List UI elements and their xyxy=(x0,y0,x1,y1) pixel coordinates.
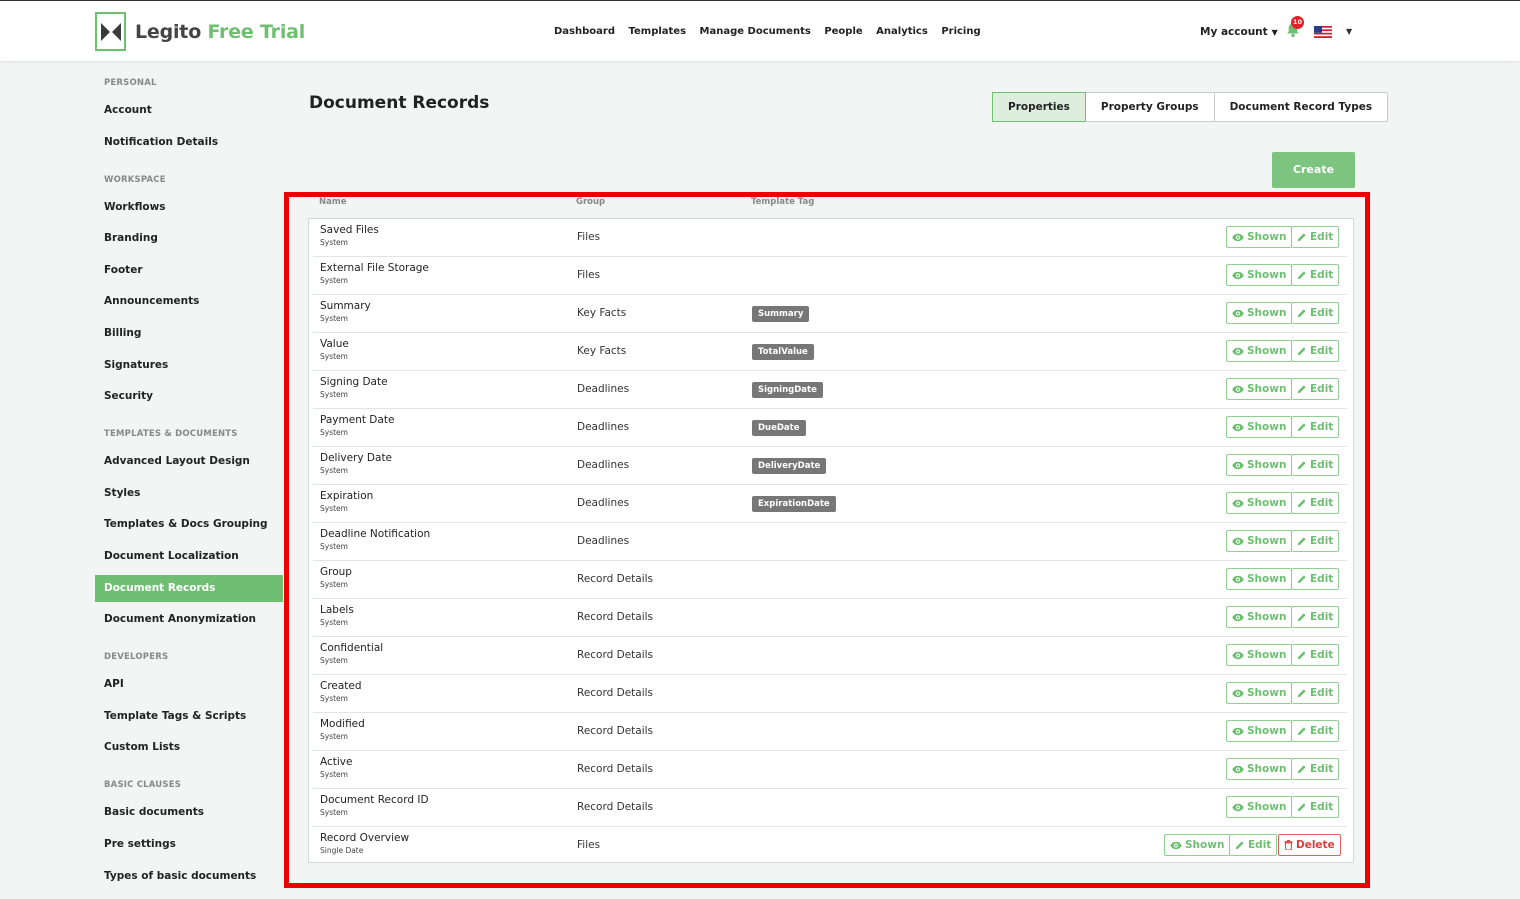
page-title: Document Records xyxy=(309,93,490,113)
sidebar-item-styles[interactable]: Styles xyxy=(95,480,283,507)
sidebar-item-billing[interactable]: Billing xyxy=(95,320,283,347)
sidebar-item-notification-details[interactable]: Notification Details xyxy=(95,129,283,156)
language-caret-icon[interactable]: ▼ xyxy=(1346,27,1352,36)
nav-manage-documents[interactable]: Manage Documents xyxy=(700,26,811,37)
sidebar-item-document-records[interactable]: Document Records xyxy=(95,574,283,602)
sidebar-item-footer[interactable]: Footer xyxy=(95,257,283,284)
nav-analytics[interactable]: Analytics xyxy=(876,26,928,37)
logo[interactable]: Legito Free Trial xyxy=(95,12,305,51)
nav-templates[interactable]: Templates xyxy=(629,26,687,37)
nav-people[interactable]: People xyxy=(824,26,862,37)
settings-sidebar: PERSONAL Account Notification Details WORKS… xyxy=(95,78,283,894)
record-tabs: Properties Property Groups Document Record… xyxy=(992,92,1389,122)
my-account-menu[interactable]: My account ▼ xyxy=(1200,26,1278,38)
tab-document-record-types[interactable]: Document Record Types xyxy=(1215,93,1387,121)
logo-text: Legito Free Trial xyxy=(135,21,305,43)
caret-down-icon: ▼ xyxy=(1271,28,1278,37)
logo-main-text: Legito xyxy=(135,20,202,43)
sidebar-item-pre-settings[interactable]: Pre settings xyxy=(95,831,283,858)
us-flag-icon[interactable] xyxy=(1314,26,1332,38)
sidebar-item-account[interactable]: Account xyxy=(95,97,283,124)
sidebar-item-types-of-basic-documents[interactable]: Types of basic documents xyxy=(95,863,283,890)
sidebar-item-advanced-layout-design[interactable]: Advanced Layout Design xyxy=(95,448,283,475)
sidebar-section-basic-clauses: BASIC CLAUSES xyxy=(104,780,182,791)
sidebar-section-personal: PERSONAL xyxy=(104,78,157,88)
sidebar-item-branding[interactable]: Branding xyxy=(95,225,283,252)
sidebar-item-document-localization[interactable]: Document Localization xyxy=(95,543,283,570)
sidebar-item-workflows[interactable]: Workflows xyxy=(95,194,283,221)
sidebar-item-template-tags-and-scripts[interactable]: Template Tags & Scripts xyxy=(95,703,283,730)
highlight-frame xyxy=(284,192,1370,888)
main-nav: Dashboard Templates Manage Documents People… xyxy=(554,26,994,37)
sidebar-item-templates-and-docs-grouping[interactable]: Templates & Docs Grouping xyxy=(95,511,283,538)
create-button[interactable]: Create xyxy=(1272,152,1355,188)
nav-dashboard[interactable]: Dashboard xyxy=(554,26,615,37)
sidebar-item-basic-documents[interactable]: Basic documents xyxy=(95,799,283,826)
logo-accent-text: Free Trial xyxy=(207,20,306,43)
top-navbar: Legito Free Trial Dashboard Templates Mana… xyxy=(0,0,1520,61)
sidebar-item-announcements[interactable]: Announcements xyxy=(95,288,283,315)
sidebar-item-document-anonymization[interactable]: Document Anonymization xyxy=(95,606,283,633)
nav-pricing[interactable]: Pricing xyxy=(941,26,980,37)
tab-property-groups[interactable]: Property Groups xyxy=(1086,93,1215,121)
account-label: My account xyxy=(1200,26,1268,38)
sidebar-item-signatures[interactable]: Signatures xyxy=(95,352,283,379)
sidebar-section-templates-and-documents: TEMPLATES & DOCUMENTS xyxy=(104,429,238,440)
sidebar-section-workspace: WORKSPACE xyxy=(104,174,166,185)
sidebar-item-security[interactable]: Security xyxy=(95,383,283,410)
sidebar-item-custom-lists[interactable]: Custom Lists xyxy=(95,734,283,761)
sidebar-item-api[interactable]: API xyxy=(95,671,283,698)
tab-properties[interactable]: Properties xyxy=(992,92,1086,122)
notification-badge: 10 xyxy=(1291,16,1304,29)
legito-logo-icon xyxy=(95,12,126,51)
sidebar-section-developers: DEVELOPERS xyxy=(104,652,169,663)
